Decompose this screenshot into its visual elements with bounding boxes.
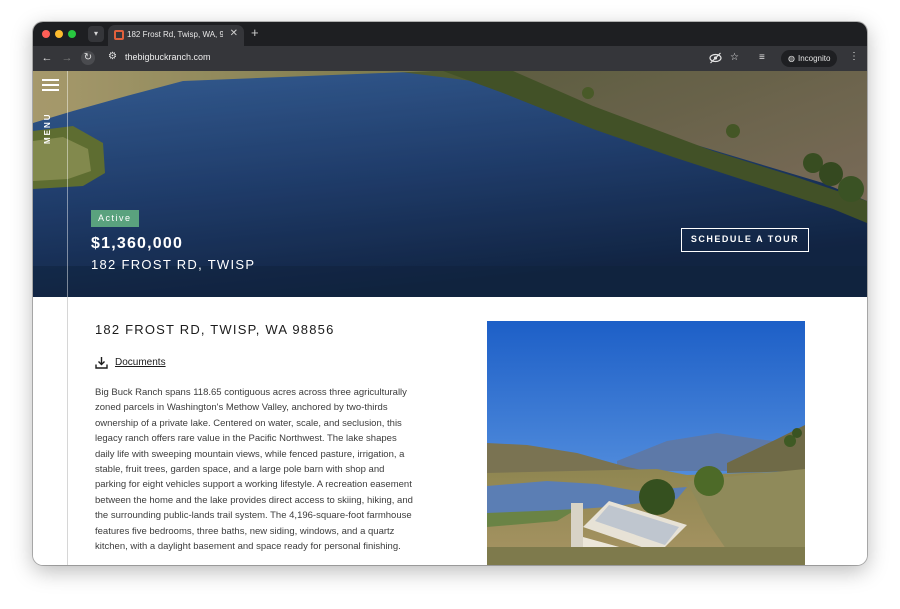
- hero-section: Active $1,360,000 182 FROST RD, TWISP SC…: [33, 71, 867, 297]
- tab-bar: ▾ 182 Frost Rd, Twisp, WA, 98856 ✕ +: [33, 22, 867, 46]
- address-bar[interactable]: thebigbuckranch.com: [125, 52, 211, 62]
- ranch-logo-icon: [114, 30, 124, 40]
- reading-list-icon[interactable]: ≡: [759, 51, 765, 65]
- hamburger-menu-icon[interactable]: [42, 79, 59, 91]
- page-viewport: Active $1,360,000 182 FROST RD, TWISP SC…: [33, 71, 867, 565]
- ranch-aerial-photo: [487, 321, 805, 565]
- bookmark-star-icon[interactable]: ☆: [730, 51, 739, 65]
- tab-search-button[interactable]: ▾: [88, 26, 104, 42]
- documents-label: Documents: [115, 357, 166, 368]
- ranch-aerial-image: [487, 321, 805, 565]
- tab-close-icon[interactable]: ✕: [230, 28, 238, 39]
- listing-description: Big Buck Ranch spans 118.65 contiguous a…: [95, 387, 413, 553]
- listing-details: 182 FROST RD, TWISP, WA 98856 Documents …: [33, 297, 867, 565]
- minimize-window-button[interactable]: [55, 30, 63, 38]
- close-window-button[interactable]: [42, 30, 50, 38]
- schedule-tour-button[interactable]: SCHEDULE A TOUR: [681, 228, 809, 252]
- side-navigation-rail: MENU: [33, 71, 68, 565]
- more-menu-icon[interactable]: ⋮: [849, 51, 859, 62]
- zoom-window-button[interactable]: [68, 30, 76, 38]
- menu-label[interactable]: MENU: [43, 111, 57, 145]
- incognito-indicator[interactable]: ◍ Incognito: [781, 50, 838, 67]
- new-tab-button[interactable]: +: [251, 25, 259, 41]
- listing-price: $1,360,000: [91, 235, 184, 252]
- site-settings-icon[interactable]: ⚙: [108, 51, 117, 62]
- forward-arrow-icon[interactable]: →: [60, 51, 74, 65]
- eye-off-icon[interactable]: [709, 52, 722, 64]
- tab-title: 182 Frost Rd, Twisp, WA, 98856: [127, 30, 223, 39]
- chevron-down-icon: ▾: [93, 29, 98, 38]
- status-badge: Active: [91, 210, 139, 227]
- rail-divider: [67, 297, 68, 565]
- download-icon: [95, 357, 108, 369]
- incognito-icon: ◍: [788, 54, 795, 63]
- back-arrow-icon[interactable]: ←: [40, 51, 54, 65]
- browser-window: ▾ 182 Frost Rd, Twisp, WA, 98856 ✕ + ← →…: [33, 22, 867, 565]
- reload-icon[interactable]: ↻: [81, 51, 95, 65]
- incognito-label: Incognito: [797, 54, 831, 63]
- browser-toolbar: ← → ↻ ⚙ thebigbuckranch.com ☆ ≡ ◍ Incogni…: [33, 46, 867, 71]
- listing-full-address: 182 FROST RD, TWISP, WA 98856: [95, 322, 335, 337]
- browser-tab[interactable]: 182 Frost Rd, Twisp, WA, 98856 ✕: [108, 25, 244, 46]
- hero-address: 182 FROST RD, TWISP: [91, 257, 256, 272]
